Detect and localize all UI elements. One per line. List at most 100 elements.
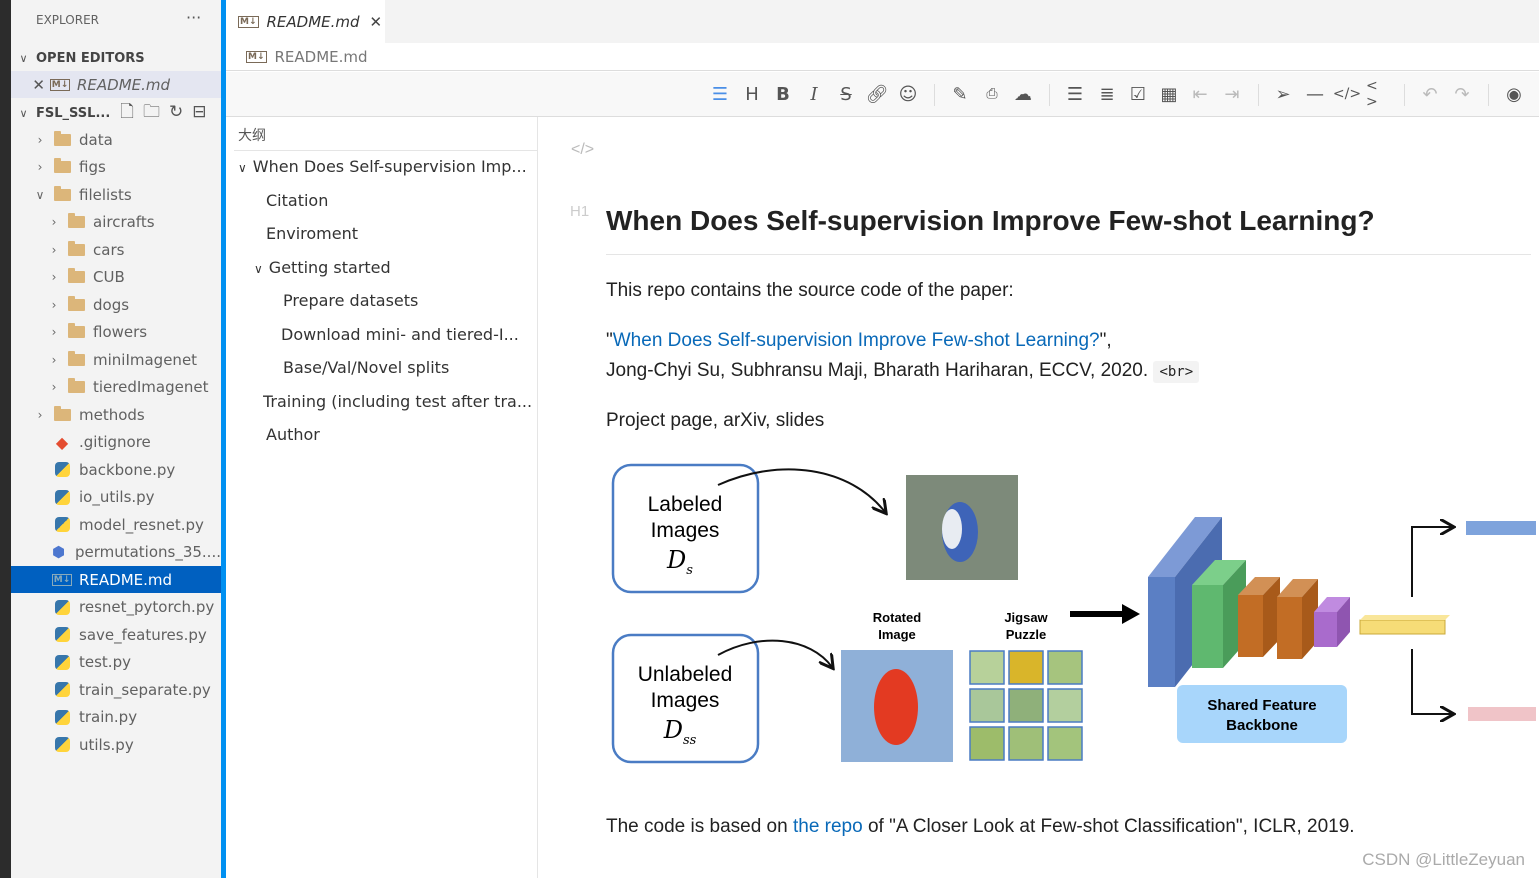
tree-item-label: resnet_pytorch.py	[79, 598, 215, 616]
table-icon[interactable]: ▦	[1157, 82, 1181, 106]
jigsaw-tile	[1047, 688, 1083, 723]
open-editor-name: README.md	[77, 75, 171, 94]
tree-item[interactable]: save_features.py	[11, 621, 221, 648]
bold-icon[interactable]: B	[771, 82, 795, 106]
markdown-icon: M↓	[246, 50, 267, 63]
collapse-all-icon[interactable]: ⊟	[192, 102, 215, 122]
outline-item[interactable]: Author	[266, 425, 320, 444]
python-icon	[53, 489, 71, 505]
tree-item[interactable]: ◆ .gitignore	[11, 429, 221, 456]
bullet-list-icon[interactable]: ☰	[1063, 82, 1087, 106]
tree-item-label: dogs	[93, 295, 130, 314]
inline-code-icon[interactable]: < >	[1366, 78, 1390, 110]
link-icon[interactable]: 🔗︎	[865, 82, 889, 106]
more-actions-icon[interactable]: ···	[186, 8, 201, 27]
chevron-right-icon: ›	[51, 352, 57, 367]
project-section[interactable]: ∨ FSL_SSL... 🗋🗀↻⊟	[11, 101, 221, 125]
chevron-down-icon: ∨	[35, 187, 45, 202]
tree-item-label: CUB	[93, 268, 125, 286]
chevron-down-icon: ∨	[19, 51, 28, 65]
new-file-icon[interactable]: 🗋	[120, 102, 143, 122]
tree-item[interactable]: › dogs	[11, 291, 221, 318]
tree-item[interactable]: › miniImagenet	[11, 346, 221, 373]
tree-item[interactable]: train_separate.py	[11, 676, 221, 703]
chevron-right-icon: ›	[37, 160, 43, 174]
close-icon[interactable]: ✕	[11, 76, 51, 94]
outline-item[interactable]: Enviroment	[266, 224, 358, 243]
open-editors-section[interactable]: ∨ OPEN EDITORS	[11, 46, 221, 70]
outdent-icon[interactable]: ⇤	[1188, 82, 1212, 106]
tree-item-label: README.md	[79, 570, 173, 589]
tree-item[interactable]: › aircrafts	[11, 209, 221, 236]
paper-citation: "When Does Self-supervision Improve Few-…	[606, 330, 1112, 351]
outline-item[interactable]: ∨ Getting started	[254, 258, 391, 277]
tree-item[interactable]: › flowers	[11, 319, 221, 346]
breadcrumb[interactable]: M↓ README.md	[226, 43, 1539, 71]
tree-item[interactable]: › cars	[11, 236, 221, 263]
undo-icon[interactable]: ↶	[1418, 82, 1442, 106]
tree-item[interactable]: › CUB	[11, 264, 221, 291]
tree-item-label: filelists	[79, 185, 132, 204]
export-pdf-icon[interactable]: ⎙	[980, 82, 1004, 106]
outline-item[interactable]: Download mini- and tiered-I...	[281, 325, 531, 344]
tree-item[interactable]: › methods	[11, 401, 221, 428]
outline-toggle-icon[interactable]: ☰	[708, 82, 732, 106]
refresh-icon[interactable]: ↻	[169, 102, 192, 122]
folder-icon	[67, 323, 85, 340]
tree-item[interactable]: model_resnet.py	[11, 511, 221, 538]
slides-link[interactable]: slides	[776, 410, 825, 431]
edit-icon[interactable]: ✎	[948, 82, 972, 106]
tree-item[interactable]: utils.py	[11, 731, 221, 758]
labeled-text: Labeled	[648, 493, 723, 516]
arxiv-link[interactable]: arXiv	[723, 410, 765, 431]
preview-icon[interactable]: ◉	[1502, 82, 1526, 106]
tree-item[interactable]: M↓ README.md	[11, 566, 221, 593]
python-icon	[53, 682, 71, 698]
the-repo-link[interactable]: the repo	[793, 816, 863, 837]
indent-icon[interactable]: ⇥	[1220, 82, 1244, 106]
python-icon	[53, 517, 71, 533]
tree-item[interactable]: test.py	[11, 649, 221, 676]
outline-item[interactable]: ∨ When Does Self-supervision Imp...	[238, 157, 528, 176]
close-tab-icon[interactable]: ✕	[370, 13, 383, 31]
jigsaw-tile	[1008, 726, 1044, 761]
open-editor-item[interactable]: ✕ M↓ README.md	[11, 71, 221, 98]
tree-item[interactable]: train.py	[11, 704, 221, 731]
tree-item[interactable]: › tieredImagenet	[11, 374, 221, 401]
backbone-network	[1148, 517, 1450, 687]
intro-text: This repo contains the source code of th…	[606, 280, 1014, 301]
tree-item[interactable]: › figs	[11, 154, 221, 181]
send-icon[interactable]: ➢	[1271, 82, 1295, 106]
tree-item[interactable]: ∨ filelists	[11, 181, 221, 208]
new-folder-icon[interactable]: 🗀	[143, 102, 169, 122]
tree-item[interactable]: backbone.py	[11, 456, 221, 483]
redo-icon[interactable]: ↷	[1450, 82, 1474, 106]
jigsaw-tile	[1008, 650, 1044, 685]
tree-item[interactable]: io_utils.py	[11, 484, 221, 511]
python-icon	[53, 654, 71, 670]
numbered-list-icon[interactable]: ≣	[1095, 82, 1119, 106]
emoji-icon[interactable]: ☺	[896, 82, 920, 106]
markdown-editor[interactable]: </> H1 When Does Self-supervision Improv…	[540, 117, 1539, 878]
project-page-link[interactable]: Project page	[606, 410, 713, 431]
horizontal-rule-icon[interactable]: —	[1303, 82, 1327, 106]
svg-text:Puzzle: Puzzle	[1006, 627, 1046, 642]
checkbox-icon[interactable]: ☑	[1126, 82, 1150, 106]
upload-icon[interactable]: ☁	[1011, 82, 1035, 106]
tree-item[interactable]: resnet_pytorch.py	[11, 594, 221, 621]
breadcrumb-file[interactable]: README.md	[275, 48, 368, 66]
folder-icon	[67, 268, 85, 285]
tree-item[interactable]: ⬢ permutations_35....	[11, 539, 221, 566]
outline-item[interactable]: Prepare datasets	[283, 291, 418, 310]
outline-item[interactable]: Training (including test after tra...	[263, 392, 533, 411]
tree-item-label: tieredImagenet	[93, 378, 209, 396]
paper-link[interactable]: When Does Self-supervision Improve Few-s…	[613, 330, 1100, 351]
outline-item[interactable]: Citation	[266, 191, 328, 210]
tab-readme[interactable]: M↓ README.md ✕	[226, 0, 385, 43]
tree-item[interactable]: › data	[11, 126, 221, 153]
outline-item[interactable]: Base/Val/Novel splits	[283, 358, 449, 377]
italic-icon[interactable]: I	[802, 82, 826, 106]
strikethrough-icon[interactable]: S	[834, 82, 858, 106]
code-block-icon[interactable]: </>	[1333, 82, 1361, 106]
heading-icon[interactable]: H	[740, 82, 764, 106]
